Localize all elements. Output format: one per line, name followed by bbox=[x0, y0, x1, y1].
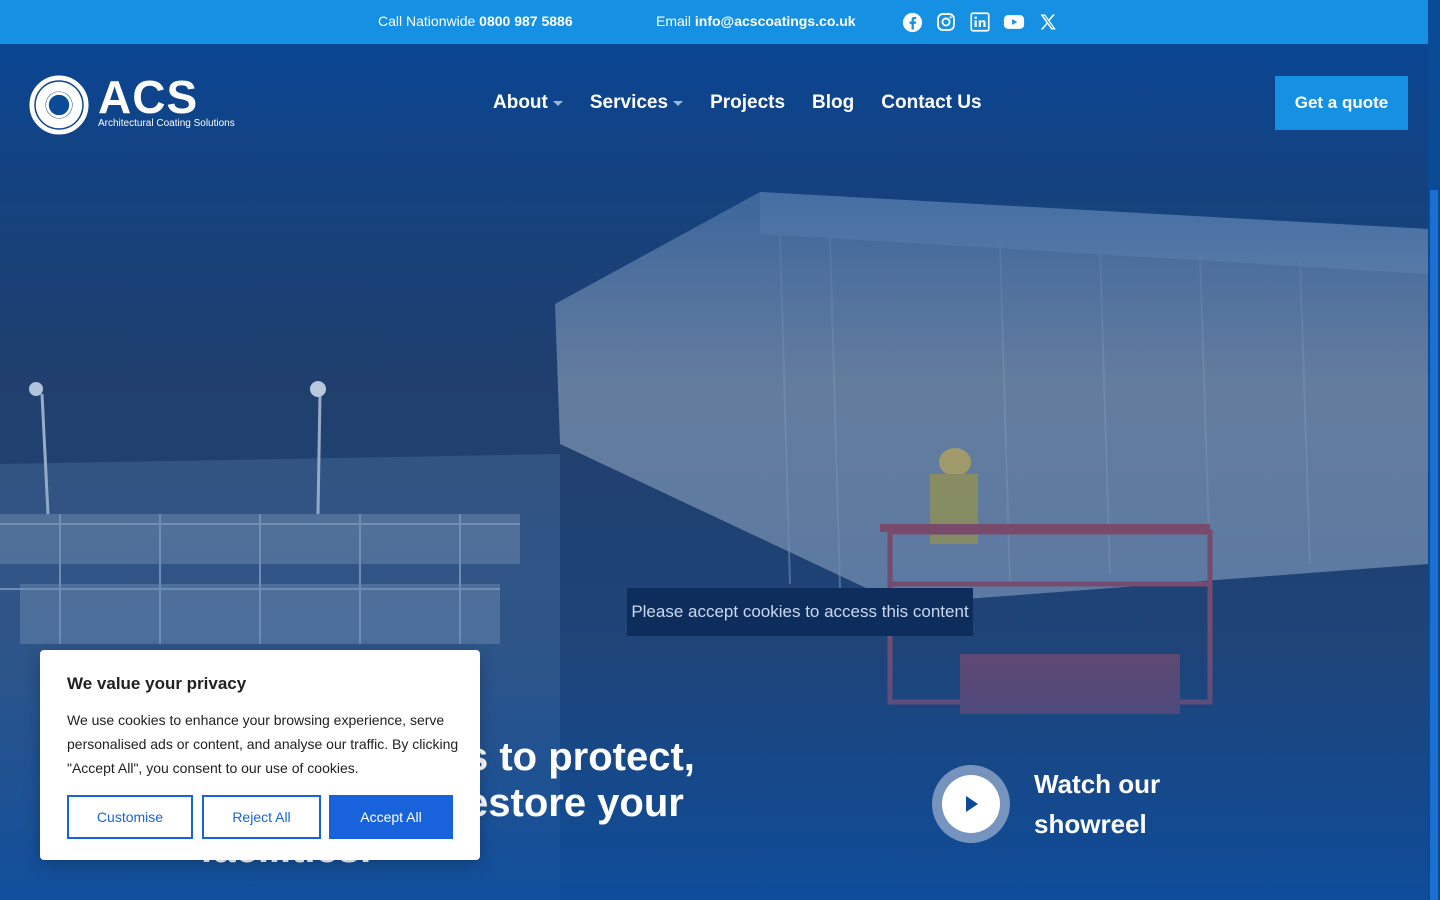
logo-swirl-icon bbox=[29, 75, 89, 135]
nav-contact-us[interactable]: Contact Us bbox=[881, 92, 981, 114]
nav-services-label: Services bbox=[589, 92, 669, 113]
call-nationwide: Call Nationwide 0800 987 5886 bbox=[378, 13, 573, 29]
top-bar: Call Nationwide 0800 987 5886 Email info… bbox=[0, 0, 1428, 44]
nav-blog[interactable]: Blog bbox=[812, 92, 854, 114]
accept-all-button[interactable]: Accept All bbox=[329, 795, 453, 839]
nav-projects[interactable]: Projects bbox=[710, 92, 785, 114]
play-button-inner bbox=[942, 775, 1000, 833]
nav-about-label: About bbox=[493, 92, 548, 113]
video-cookie-notice: Please accept cookies to access this con… bbox=[627, 588, 973, 636]
cookie-consent-banner: We value your privacy We use cookies to … bbox=[40, 650, 480, 860]
linkedin-icon[interactable] bbox=[969, 11, 991, 33]
social-links bbox=[901, 11, 1059, 33]
get-a-quote-button[interactable]: Get a quote bbox=[1275, 76, 1408, 130]
email-contact: Email info@acscoatings.co.uk bbox=[656, 13, 856, 29]
scrollbar[interactable] bbox=[1428, 0, 1440, 900]
x-icon[interactable] bbox=[1037, 11, 1059, 33]
facebook-icon[interactable] bbox=[901, 11, 923, 33]
play-button[interactable] bbox=[932, 765, 1010, 843]
phone-link[interactable]: 0800 987 5886 bbox=[479, 13, 572, 29]
email-link[interactable]: info@acscoatings.co.uk bbox=[695, 13, 856, 29]
logo-text: ACS Architectural Coating Solutions bbox=[98, 72, 235, 129]
customise-button[interactable]: Customise bbox=[67, 795, 193, 839]
consent-body: We use cookies to enhance your browsing … bbox=[67, 712, 459, 776]
nav-services[interactable]: Services bbox=[589, 92, 684, 114]
chevron-down-icon bbox=[552, 100, 563, 106]
logo-name: ACS bbox=[98, 71, 199, 123]
instagram-icon[interactable] bbox=[935, 11, 957, 33]
chevron-down-icon bbox=[673, 100, 684, 106]
youtube-icon[interactable] bbox=[1003, 11, 1025, 33]
scrollbar-thumb[interactable] bbox=[1430, 190, 1438, 900]
nav-about[interactable]: About bbox=[493, 92, 563, 114]
call-prefix: Call Nationwide bbox=[378, 13, 476, 29]
acs-logo[interactable]: ACS Architectural Coating Solutions bbox=[28, 72, 235, 136]
email-prefix: Email bbox=[656, 13, 692, 29]
showreel-label[interactable]: Watch our showreel bbox=[1034, 764, 1184, 844]
consent-title: We value your privacy bbox=[67, 674, 247, 693]
reject-all-button[interactable]: Reject All bbox=[202, 795, 321, 839]
main-nav: About Services Projects Blog Contact Us bbox=[493, 92, 982, 114]
showreel-link[interactable]: Watch our showreel bbox=[932, 764, 1184, 844]
logo-tagline: Architectural Coating Solutions bbox=[98, 118, 235, 129]
play-icon bbox=[966, 796, 978, 812]
